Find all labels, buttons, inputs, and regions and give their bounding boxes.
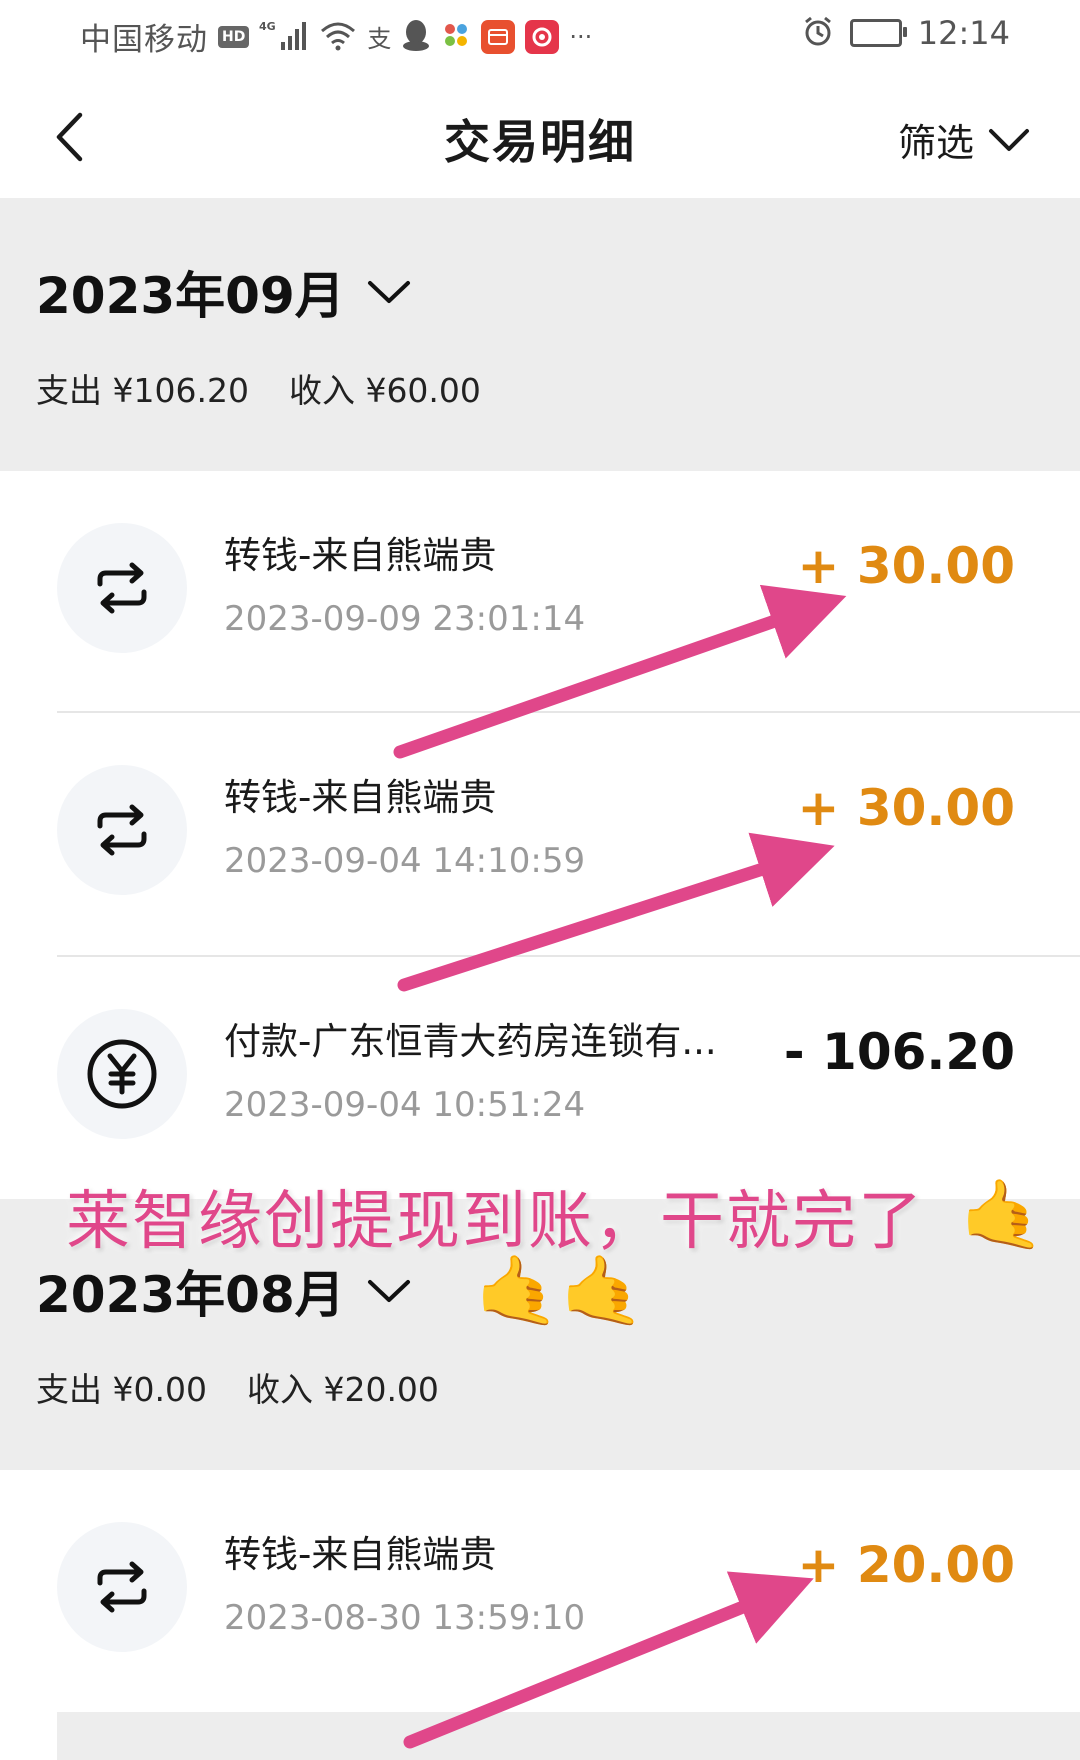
hand-emoji-icon: 🤙 [475,1252,560,1331]
arrow-2 [397,832,835,992]
annotation-arrows [393,584,847,1749]
hand-emoji-icon: 🤙 [960,1176,1045,1255]
arrow-3 [403,1571,814,1749]
hand-emoji-icon: 🤙 [560,1252,645,1331]
arrow-1 [393,584,847,759]
promo-overlay-text: 莱智缘创提现到账，干就完了 [66,1185,924,1259]
